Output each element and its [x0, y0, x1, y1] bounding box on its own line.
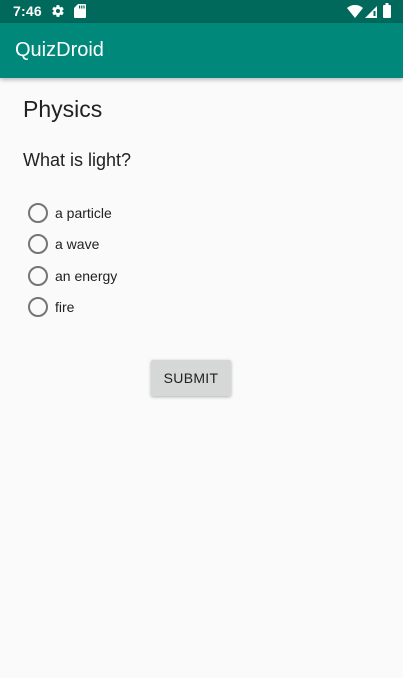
option-label: fire	[55, 299, 75, 315]
radio-button-icon[interactable]	[28, 234, 48, 254]
settings-icon	[52, 5, 64, 17]
option-label: an energy	[55, 268, 118, 284]
app-bar: QuizDroid	[0, 23, 403, 78]
answer-option-a-wave[interactable]: a wave	[28, 232, 228, 256]
quiz-category: Physics	[23, 96, 103, 122]
battery-icon	[383, 3, 391, 18]
radio-button-icon[interactable]	[28, 266, 48, 286]
answer-option-an-energy[interactable]: an energy	[28, 264, 228, 288]
option-label: a wave	[55, 236, 100, 252]
option-label: a particle	[55, 205, 112, 221]
answer-option-fire[interactable]: fire	[28, 295, 228, 319]
question-text: What is light?	[23, 150, 132, 170]
app-title: QuizDroid	[15, 39, 104, 61]
status-bar: 7:46	[0, 0, 403, 23]
quiz-content: Physics What is light? a particle a wave…	[0, 78, 403, 678]
status-time: 7:46	[13, 3, 42, 19]
signal-icon	[365, 6, 377, 18]
sd-card-icon	[74, 4, 86, 18]
wifi-icon	[347, 5, 363, 18]
radio-button-icon[interactable]	[28, 297, 48, 317]
answer-option-a-particle[interactable]: a particle	[28, 201, 228, 225]
radio-button-icon[interactable]	[28, 203, 48, 223]
submit-button[interactable]: SUBMIT	[151, 360, 231, 396]
